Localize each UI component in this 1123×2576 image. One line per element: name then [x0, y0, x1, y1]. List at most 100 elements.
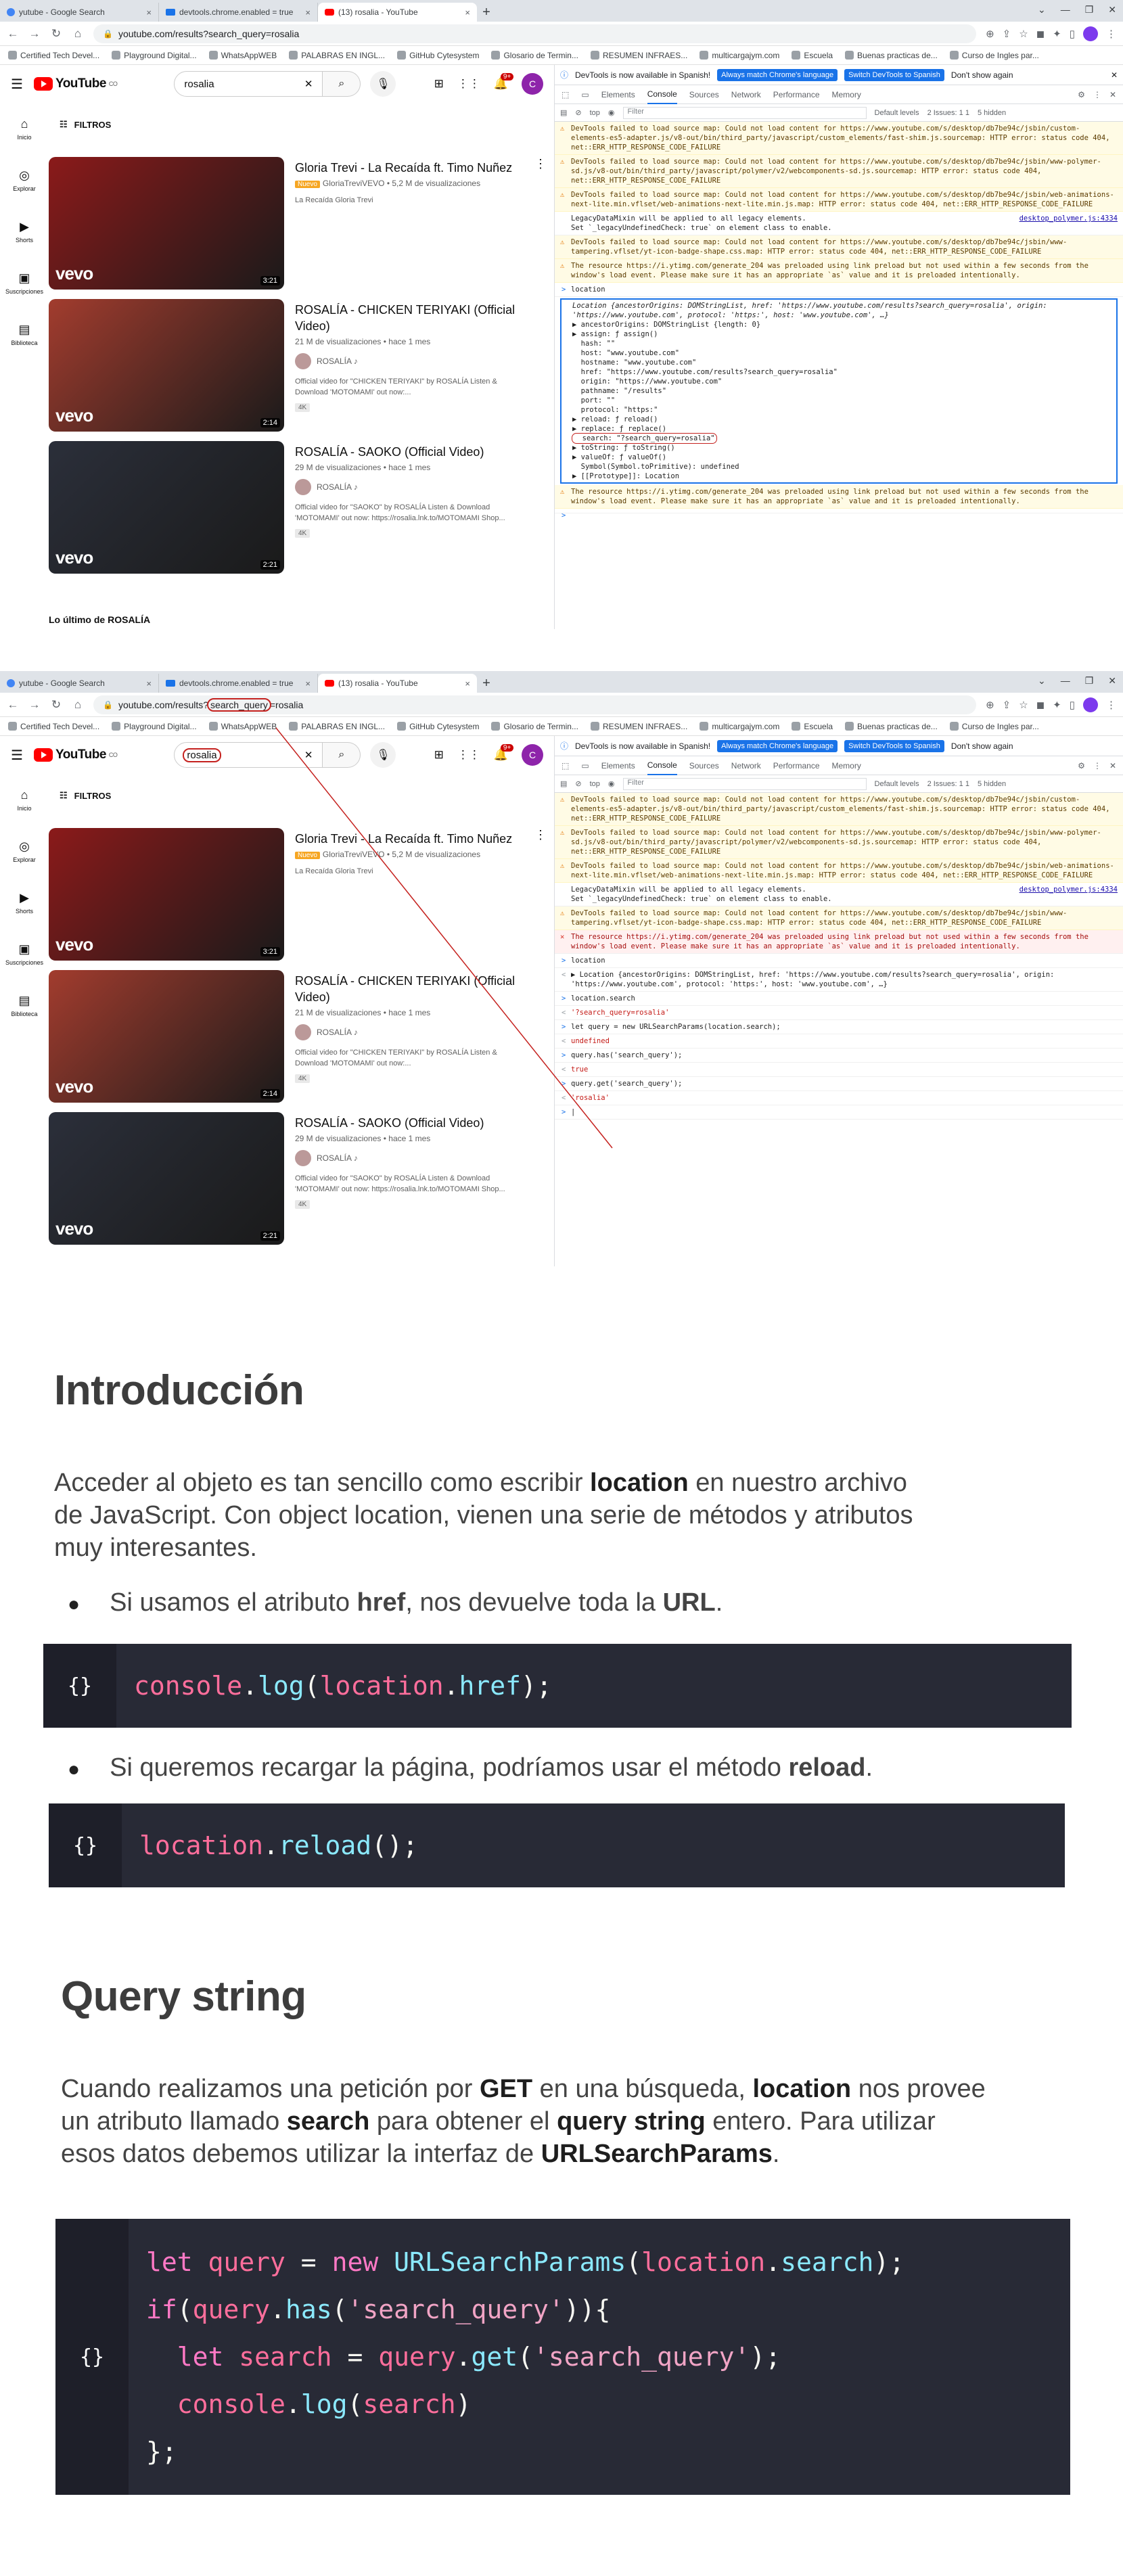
- eye-icon[interactable]: ◉: [608, 779, 615, 788]
- object-property[interactable]: search: "?search_query=rosalia": [572, 433, 717, 444]
- youtube-logo[interactable]: YouTube CO: [33, 76, 118, 91]
- bookmark-item[interactable]: PALABRAS EN INGL...: [289, 51, 385, 60]
- browser-tab[interactable]: devtools.chrome.enabled = true ×: [159, 674, 318, 693]
- new-tab-button[interactable]: +: [477, 3, 496, 22]
- kebab-icon[interactable]: ⋮: [1093, 90, 1101, 99]
- bookmark-item[interactable]: GitHub Cytesystem: [397, 722, 479, 731]
- object-property[interactable]: origin: "https://www.youtube.com": [572, 377, 1112, 386]
- filters-button[interactable]: ☷ FILTROS: [60, 119, 111, 130]
- new-tab-button[interactable]: +: [477, 674, 496, 693]
- bookmark-item[interactable]: Escuela: [792, 51, 833, 60]
- create-icon[interactable]: ⊞: [434, 748, 444, 762]
- context-select[interactable]: top: [590, 109, 600, 117]
- tab-performance[interactable]: Performance: [773, 761, 820, 770]
- switch-language-button[interactable]: Switch DevTools to Spanish: [844, 68, 944, 81]
- object-property[interactable]: pathname: "/results": [572, 386, 1112, 396]
- search-button[interactable]: ⌕: [323, 742, 361, 768]
- gear-icon[interactable]: ⚙: [1078, 90, 1085, 99]
- browser-tab[interactable]: yutube - Google Search ×: [0, 674, 159, 693]
- bookmark-item[interactable]: multicargajym.com: [700, 722, 779, 731]
- object-property[interactable]: ▶ assign: ƒ assign(): [572, 329, 1112, 339]
- object-property[interactable]: ▶ [[Prototype]]: Location: [572, 472, 1112, 481]
- clear-icon[interactable]: ✕: [304, 78, 313, 90]
- guide-item[interactable]: ◎ Explorar: [0, 154, 49, 206]
- share-icon[interactable]: ⇪: [1003, 699, 1011, 711]
- bookmark-item[interactable]: Escuela: [792, 722, 833, 731]
- close-tab-icon[interactable]: ×: [305, 7, 311, 18]
- clear-console-icon[interactable]: ⊘: [575, 779, 581, 788]
- close-tab-icon[interactable]: ×: [465, 7, 470, 18]
- menu-icon[interactable]: ⋮: [1106, 699, 1116, 711]
- object-property[interactable]: href: "https://www.youtube.com/results?s…: [572, 367, 1112, 377]
- tab-elements[interactable]: Elements: [601, 761, 635, 770]
- console-prompt[interactable]: |: [555, 1105, 1123, 1120]
- bookmark-item[interactable]: GitHub Cytesystem: [397, 51, 479, 60]
- bookmark-item[interactable]: Glosario de Termin...: [491, 51, 578, 60]
- object-property[interactable]: ▶ ancestorOrigins: DOMStringList {length…: [572, 320, 1112, 329]
- channel-row[interactable]: ROSALÍA ♪: [295, 1150, 549, 1166]
- bookmark-item[interactable]: Certified Tech Devel...: [8, 722, 99, 731]
- chevron-down-icon[interactable]: ⌄: [1038, 675, 1046, 687]
- menu-icon[interactable]: ⋮: [1106, 28, 1116, 40]
- apps-icon[interactable]: ⋮⋮: [457, 77, 480, 91]
- video-title[interactable]: Gloria Trevi - La Recaída ft. Timo Nuñez: [295, 160, 549, 176]
- tab-sources[interactable]: Sources: [689, 90, 719, 99]
- video-result[interactable]: vevo 3:21 Gloria Trevi - La Recaída ft. Ti…: [49, 828, 549, 970]
- object-property[interactable]: host: "www.youtube.com": [572, 348, 1112, 358]
- dont-show-button[interactable]: Don't show again: [951, 70, 1013, 80]
- object-property[interactable]: hostname: "www.youtube.com": [572, 358, 1112, 367]
- video-thumbnail[interactable]: vevo 2:14: [49, 299, 284, 432]
- browser-tab-active[interactable]: (13) rosalia - YouTube ×: [318, 674, 477, 693]
- object-property[interactable]: hash: "": [572, 339, 1112, 348]
- notifications-icon[interactable]: 🔔 9+: [494, 744, 514, 762]
- video-result[interactable]: vevo 2:14 ROSALÍA - CHICKEN TERIYAKI (Offi…: [49, 299, 549, 441]
- guide-item[interactable]: ▶ Shorts: [0, 877, 49, 928]
- profile-avatar[interactable]: [1083, 697, 1098, 712]
- bookmark-item[interactable]: multicargajym.com: [700, 51, 779, 60]
- reload-icon[interactable]: ↻: [50, 698, 62, 712]
- address-bar[interactable]: 🔒 youtube.com/results?search_query=rosal…: [93, 695, 977, 714]
- dont-show-button[interactable]: Don't show again: [951, 741, 1013, 751]
- sidebar-toggle-icon[interactable]: ▤: [560, 108, 567, 117]
- share-icon[interactable]: ⇪: [1003, 28, 1011, 40]
- location-object-expanded[interactable]: Location {ancestorOrigins: DOMStringList…: [560, 298, 1118, 484]
- star-icon[interactable]: ☆: [1019, 28, 1028, 40]
- guide-item[interactable]: ⌂ Inicio: [0, 103, 49, 154]
- tab-memory[interactable]: Memory: [832, 761, 861, 770]
- reload-icon[interactable]: ↻: [50, 27, 62, 41]
- tab-console[interactable]: Console: [647, 85, 677, 104]
- close-tab-icon[interactable]: ×: [146, 678, 152, 689]
- clear-icon[interactable]: ✕: [304, 749, 313, 761]
- youtube-search-input[interactable]: rosalia ✕: [174, 742, 323, 768]
- browser-tab[interactable]: yutube - Google Search ×: [0, 3, 159, 22]
- video-title[interactable]: ROSALÍA - SAOKO (Official Video): [295, 1115, 549, 1131]
- guide-item[interactable]: ▤ Biblioteca: [0, 980, 49, 1031]
- chevron-down-icon[interactable]: ⌄: [1038, 4, 1046, 16]
- issues-count[interactable]: 2 Issues: 1 1: [927, 109, 969, 117]
- bookmark-item[interactable]: RESUMEN INFRAES...: [590, 51, 687, 60]
- star-icon[interactable]: ☆: [1019, 699, 1028, 711]
- mic-icon[interactable]: 🎙: [370, 742, 396, 768]
- bookmark-item[interactable]: Curso de Ingles par...: [949, 722, 1039, 731]
- tab-memory[interactable]: Memory: [832, 90, 861, 99]
- back-icon[interactable]: ←: [7, 27, 19, 41]
- object-property[interactable]: protocol: "https:": [572, 405, 1112, 415]
- object-property[interactable]: port: "": [572, 396, 1112, 405]
- guide-item[interactable]: ◎ Explorar: [0, 825, 49, 877]
- extension-icon[interactable]: ◼: [1036, 28, 1045, 40]
- bookmark-item[interactable]: Playground Digital...: [112, 722, 197, 731]
- tab-console[interactable]: Console: [647, 756, 677, 775]
- channel-row[interactable]: ROSALÍA ♪: [295, 1024, 549, 1040]
- youtube-search-input[interactable]: rosalia ✕: [174, 71, 323, 97]
- close-icon[interactable]: ✕: [1109, 761, 1116, 770]
- video-thumbnail[interactable]: vevo 3:21: [49, 157, 284, 290]
- zoom-icon[interactable]: ⊕: [986, 699, 994, 711]
- user-avatar[interactable]: C: [522, 744, 543, 766]
- match-language-button[interactable]: Always match Chrome's language: [717, 68, 838, 81]
- browser-tab[interactable]: devtools.chrome.enabled = true ×: [159, 3, 318, 22]
- object-property[interactable]: ▶ valueOf: ƒ valueOf(): [572, 453, 1112, 462]
- more-options-icon[interactable]: ⋮: [534, 157, 547, 171]
- restore-icon[interactable]: ❐: [1085, 675, 1094, 687]
- apps-icon[interactable]: ⋮⋮: [457, 748, 480, 762]
- tab-network[interactable]: Network: [731, 761, 761, 770]
